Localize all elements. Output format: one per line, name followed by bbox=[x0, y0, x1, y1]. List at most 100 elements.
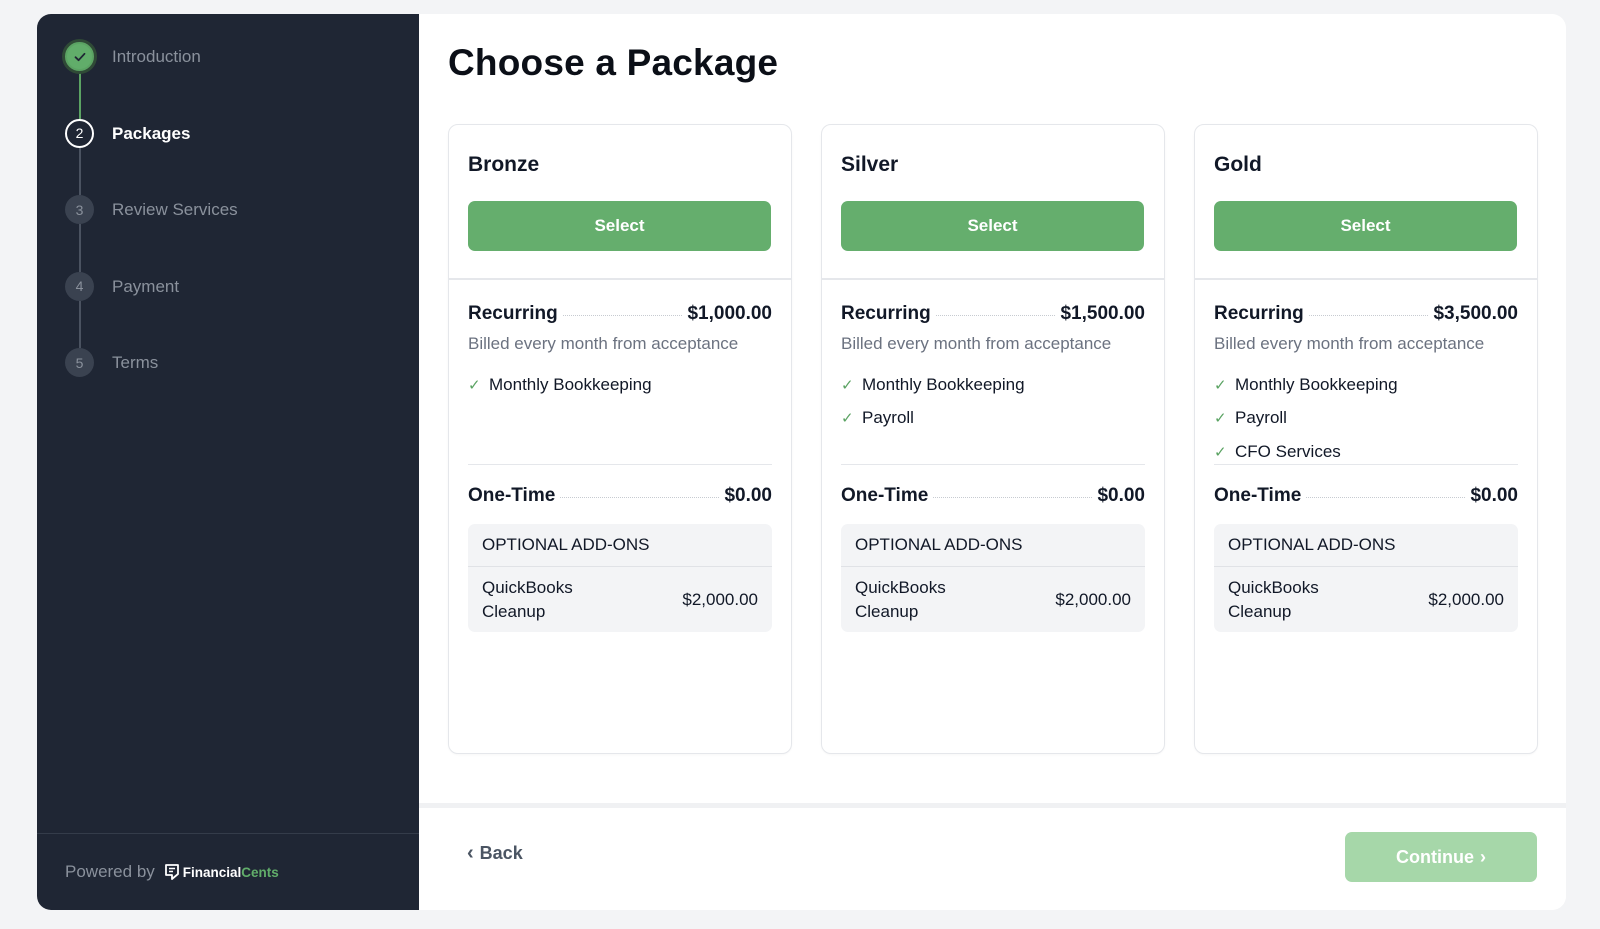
back-button[interactable]: ‹ Back bbox=[467, 842, 523, 865]
step-label: Packages bbox=[112, 123, 191, 143]
package-card-gold: Gold Select Recurring $3,500.00 Billed e… bbox=[1194, 124, 1538, 754]
brand-name-cents: Cents bbox=[241, 864, 279, 880]
recurring-row: Recurring $1,000.00 bbox=[468, 303, 772, 325]
page-title: Choose a Package bbox=[448, 42, 779, 83]
optional-addons: OPTIONAL ADD-ONS QuickBooks Cleanup $2,0… bbox=[468, 524, 772, 632]
recurring-price: $3,500.00 bbox=[1433, 303, 1518, 324]
addon-name: QuickBooks Cleanup bbox=[855, 577, 946, 621]
optional-addons: OPTIONAL ADD-ONS QuickBooks Cleanup $2,0… bbox=[841, 524, 1145, 632]
select-gold-button[interactable]: Select bbox=[1214, 201, 1517, 251]
check-icon: ✓ bbox=[1214, 443, 1227, 461]
feature-list: ✓ Monthly Bookkeeping ✓ Payroll bbox=[841, 368, 1145, 464]
step-label: Review Services bbox=[112, 200, 238, 219]
step-connector bbox=[78, 71, 81, 119]
dotted-leader bbox=[1306, 497, 1466, 498]
dotted-leader bbox=[935, 315, 1056, 316]
check-icon: ✓ bbox=[1214, 376, 1227, 394]
stepper: Introduction 2 Packages 3 Review Service… bbox=[65, 42, 238, 425]
addon-row[interactable]: QuickBooks Cleanup $2,000.00 bbox=[468, 567, 772, 632]
package-card-bronze: Bronze Select Recurring $1,000.00 Billed… bbox=[448, 124, 792, 754]
step-connector bbox=[78, 224, 81, 272]
billing-note: Billed every month from acceptance bbox=[468, 334, 739, 353]
step-introduction[interactable]: Introduction bbox=[65, 42, 238, 119]
powered-by-text: Powered by bbox=[65, 862, 155, 881]
divider bbox=[468, 464, 772, 465]
billing-note: Billed every month from acceptance bbox=[841, 334, 1112, 353]
card-header: Bronze Select bbox=[449, 125, 791, 280]
step-circle-done bbox=[65, 42, 94, 71]
addon-row[interactable]: QuickBooks Cleanup $2,000.00 bbox=[841, 567, 1145, 632]
optional-addons: OPTIONAL ADD-ONS QuickBooks Cleanup $2,0… bbox=[1214, 524, 1518, 632]
dotted-leader bbox=[560, 497, 720, 498]
step-label: Terms bbox=[112, 353, 159, 372]
feature-label: Monthly Bookkeeping bbox=[1235, 374, 1398, 394]
step-review-services[interactable]: 3 Review Services bbox=[65, 195, 238, 272]
brand-name-financial: Financial bbox=[182, 864, 242, 880]
onetime-label: One-Time bbox=[841, 485, 929, 506]
package-name: Silver bbox=[841, 153, 899, 176]
feature-item: ✓ Payroll bbox=[841, 402, 1145, 436]
feature-item: ✓ Monthly Bookkeeping bbox=[468, 368, 772, 402]
card-body: Recurring $1,000.00 Billed every month f… bbox=[449, 303, 791, 632]
feature-list: ✓ Monthly Bookkeeping bbox=[468, 368, 772, 464]
onetime-label: One-Time bbox=[1214, 485, 1302, 506]
addon-price: $2,000.00 bbox=[1428, 589, 1504, 609]
addons-title: OPTIONAL ADD-ONS bbox=[468, 524, 772, 567]
step-payment[interactable]: 4 Payment bbox=[65, 271, 238, 348]
feature-item: ✓ Payroll bbox=[1214, 402, 1518, 436]
step-number: 3 bbox=[65, 195, 94, 224]
select-bronze-button[interactable]: Select bbox=[468, 201, 771, 251]
step-number: 2 bbox=[65, 118, 94, 148]
recurring-price: $1,000.00 bbox=[687, 303, 772, 324]
recurring-price: $1,500.00 bbox=[1060, 303, 1145, 324]
recurring-label: Recurring bbox=[468, 303, 558, 324]
check-icon: ✓ bbox=[468, 376, 481, 394]
step-number: 5 bbox=[65, 348, 94, 377]
onetime-price: $0.00 bbox=[724, 485, 772, 506]
brand-logo[interactable]: Financial Cents bbox=[164, 863, 279, 881]
onetime-row: One-Time $0.00 bbox=[1214, 485, 1518, 507]
check-icon: ✓ bbox=[1214, 410, 1227, 428]
divider bbox=[1214, 464, 1518, 465]
chevron-left-icon: ‹ bbox=[467, 842, 474, 864]
step-label: Introduction bbox=[112, 47, 201, 66]
addon-name: QuickBooks Cleanup bbox=[1228, 577, 1319, 621]
addon-price: $2,000.00 bbox=[1055, 589, 1131, 609]
package-name: Gold bbox=[1214, 153, 1262, 176]
check-icon bbox=[74, 52, 85, 61]
card-header: Silver Select bbox=[822, 125, 1164, 280]
main-content: Choose a Package Bronze Select Recurring… bbox=[419, 14, 1566, 910]
select-silver-button[interactable]: Select bbox=[841, 201, 1144, 251]
logo-icon bbox=[164, 864, 179, 880]
package-cards: Bronze Select Recurring $1,000.00 Billed… bbox=[448, 124, 1538, 754]
onetime-row: One-Time $0.00 bbox=[841, 485, 1145, 507]
recurring-label: Recurring bbox=[841, 303, 931, 324]
dotted-leader bbox=[562, 315, 683, 316]
card-header: Gold Select bbox=[1195, 125, 1537, 280]
sidebar-footer: Powered by Financial Cents bbox=[37, 833, 419, 910]
step-packages[interactable]: 2 Packages bbox=[65, 118, 238, 195]
addon-name: QuickBooks Cleanup bbox=[482, 577, 573, 621]
feature-label: Payroll bbox=[1235, 408, 1287, 428]
continue-label: Continue bbox=[1396, 846, 1474, 867]
check-icon: ✓ bbox=[841, 376, 854, 394]
onetime-label: One-Time bbox=[468, 485, 556, 506]
package-card-silver: Silver Select Recurring $1,500.00 Billed… bbox=[821, 124, 1165, 754]
package-name: Bronze bbox=[468, 153, 540, 176]
onetime-price: $0.00 bbox=[1097, 485, 1145, 506]
continue-button[interactable]: Continue › bbox=[1345, 832, 1537, 882]
addons-title: OPTIONAL ADD-ONS bbox=[1214, 524, 1518, 567]
recurring-row: Recurring $3,500.00 bbox=[1214, 303, 1518, 325]
billing-note: Billed every month from acceptance bbox=[1214, 334, 1485, 353]
addon-row[interactable]: QuickBooks Cleanup $2,000.00 bbox=[1214, 567, 1518, 632]
card-body: Recurring $1,500.00 Billed every month f… bbox=[822, 303, 1164, 632]
feature-item: ✓ Monthly Bookkeeping bbox=[1214, 368, 1518, 402]
feature-list: ✓ Monthly Bookkeeping ✓ Payroll ✓ CFO Servi… bbox=[1214, 368, 1518, 464]
back-label: Back bbox=[479, 843, 523, 863]
divider bbox=[841, 464, 1145, 465]
check-icon: ✓ bbox=[841, 410, 854, 428]
step-terms[interactable]: 5 Terms bbox=[65, 348, 238, 425]
onetime-row: One-Time $0.00 bbox=[468, 485, 772, 507]
addons-title: OPTIONAL ADD-ONS bbox=[841, 524, 1145, 567]
chevron-right-icon: › bbox=[1480, 846, 1486, 867]
